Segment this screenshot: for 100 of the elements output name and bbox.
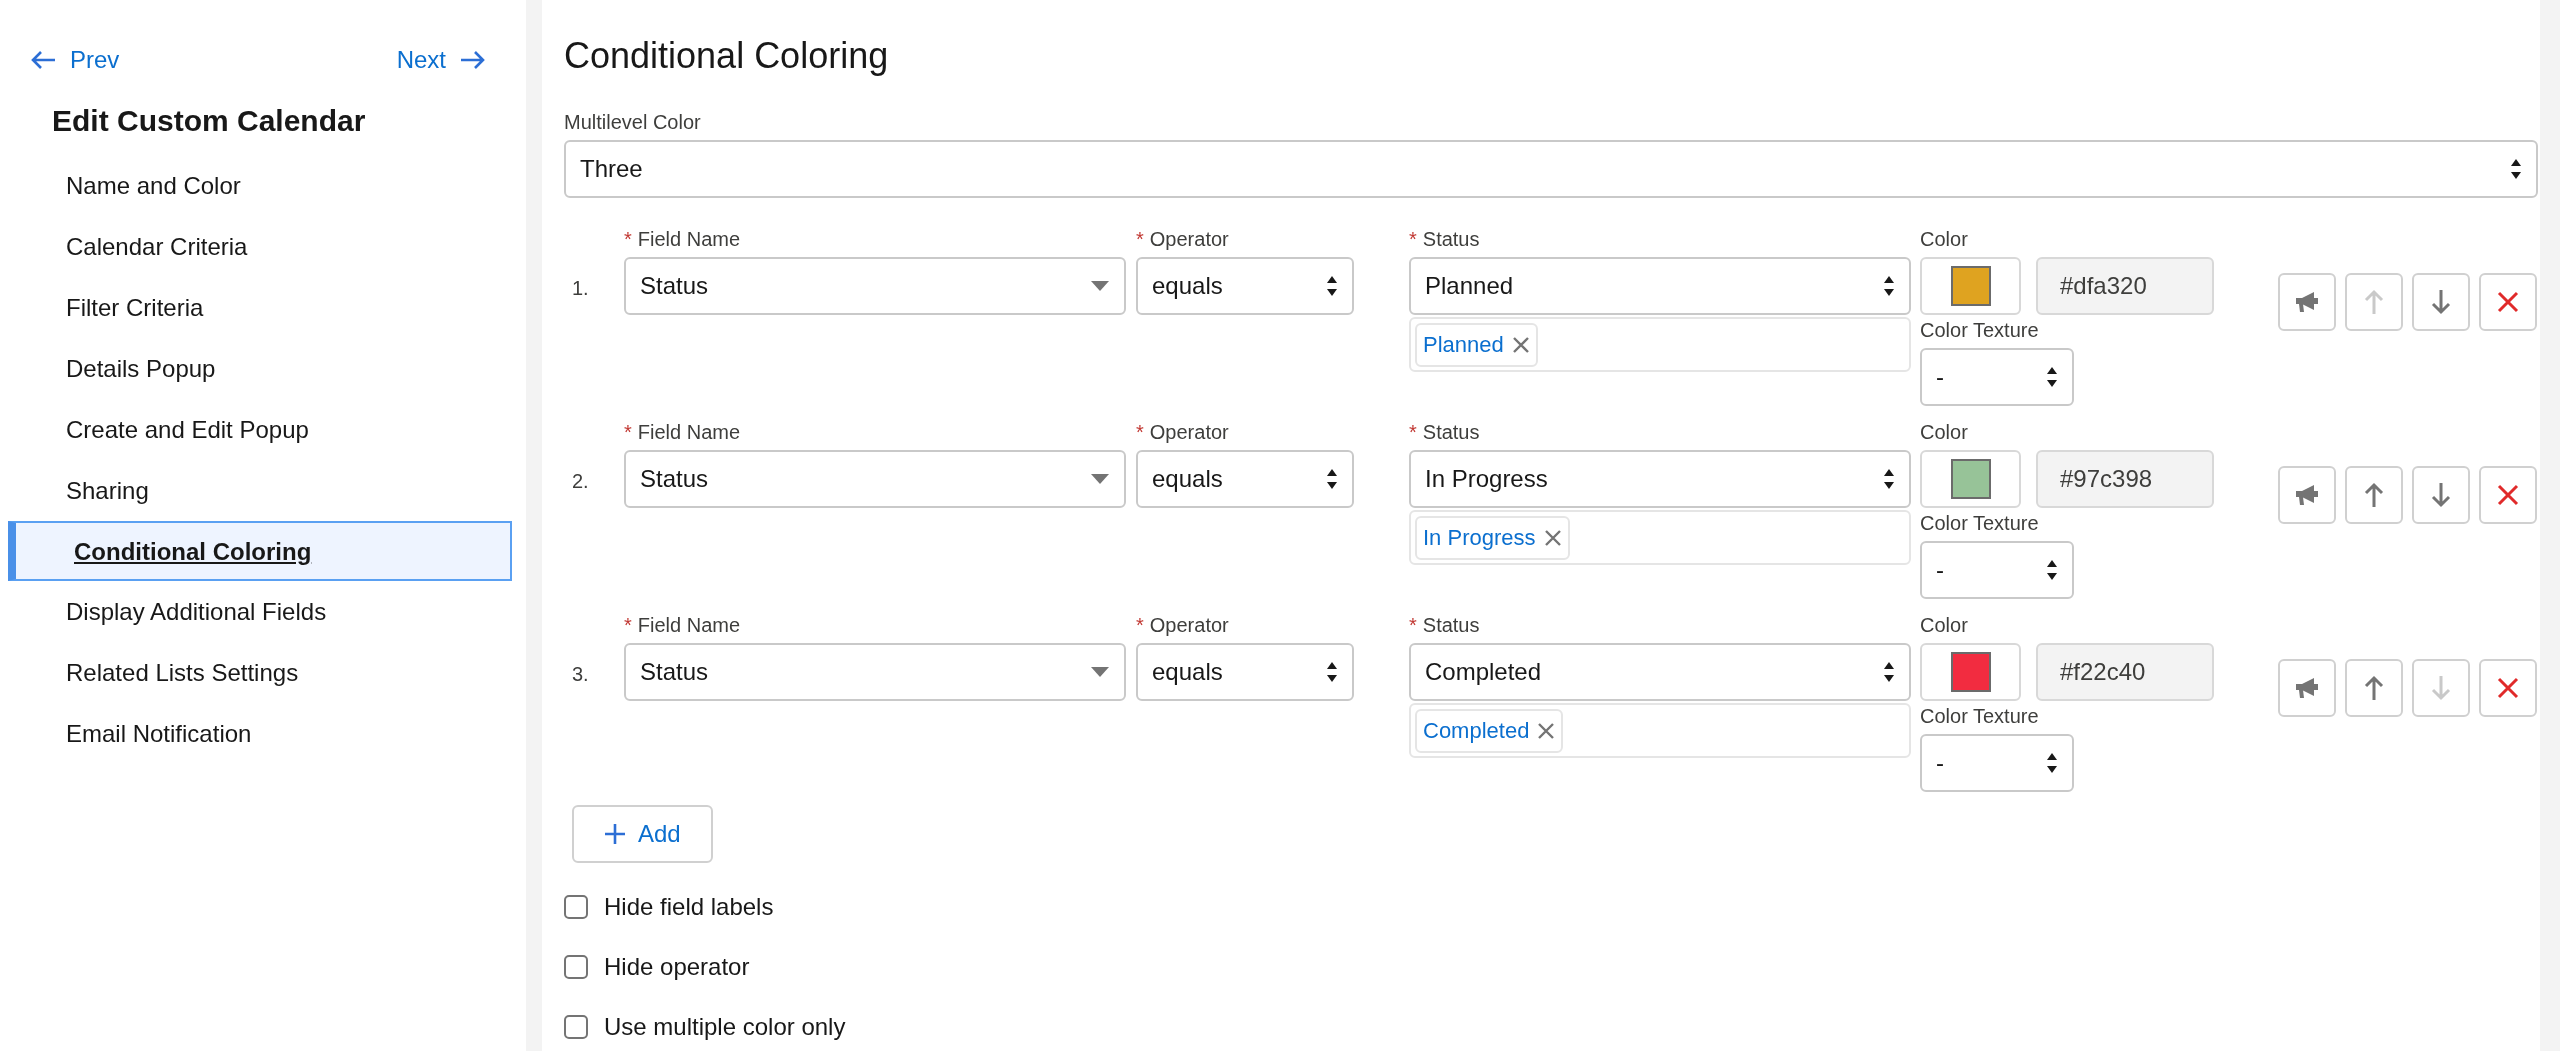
stepper-icon bbox=[1883, 661, 1895, 683]
field-label: Color bbox=[1920, 420, 1968, 445]
hex-field[interactable]: #f22c40 bbox=[2036, 643, 2214, 701]
move-down-button[interactable] bbox=[2412, 466, 2470, 524]
sidebar-item[interactable]: Create and Edit Popup bbox=[8, 399, 512, 460]
announce-button[interactable] bbox=[2278, 659, 2336, 717]
add-button[interactable]: Add bbox=[572, 805, 713, 863]
operator-select[interactable]: equals bbox=[1136, 257, 1354, 315]
remove-button[interactable] bbox=[1543, 528, 1562, 547]
required-mark: * bbox=[1136, 613, 1144, 638]
sidebar-item[interactable]: Filter Criteria bbox=[8, 277, 512, 338]
stepper-icon bbox=[2046, 559, 2058, 581]
field-label: Status bbox=[1422, 613, 1480, 638]
arrow-down-icon bbox=[2431, 675, 2451, 701]
sidebar-item[interactable]: Sharing bbox=[8, 460, 512, 521]
field-label: Color bbox=[1920, 227, 1968, 252]
sidebar-item[interactable]: Conditional Coloring bbox=[8, 521, 512, 581]
caret-icon bbox=[1090, 666, 1110, 678]
stepper-icon bbox=[1326, 275, 1338, 297]
sidebar-item[interactable]: Display Additional Fields bbox=[8, 581, 512, 642]
hex-field[interactable]: #dfa320 bbox=[2036, 257, 2214, 315]
announce-button[interactable] bbox=[2278, 273, 2336, 331]
checkbox-label: Use multiple color only bbox=[604, 1012, 846, 1042]
stepper-icon bbox=[1326, 468, 1338, 490]
caret-icon bbox=[1090, 473, 1110, 485]
criteria-value-select[interactable]: Planned bbox=[1409, 257, 1911, 315]
delete-button[interactable] bbox=[2479, 466, 2537, 524]
color-picker[interactable] bbox=[1920, 450, 2021, 508]
delete-button[interactable] bbox=[2479, 659, 2537, 717]
megaphone-icon bbox=[2294, 676, 2320, 700]
arrow-down-icon bbox=[2431, 289, 2451, 315]
tag-pill: Planned bbox=[1415, 322, 1538, 367]
texture-select[interactable]: - bbox=[1920, 734, 2074, 792]
move-up-button[interactable] bbox=[2345, 466, 2403, 524]
color-picker[interactable] bbox=[1920, 643, 2021, 701]
criteria-value-select[interactable]: Completed bbox=[1409, 643, 1911, 701]
arrow-up-icon bbox=[2364, 289, 2384, 315]
arrow-left-icon bbox=[30, 50, 56, 70]
field-label: Color Texture bbox=[1920, 511, 2039, 536]
required-mark: * bbox=[1409, 227, 1417, 252]
remove-button[interactable] bbox=[1511, 335, 1530, 354]
checkbox-label: Hide field labels bbox=[604, 892, 774, 922]
field-label: Field Name bbox=[637, 227, 741, 252]
stepper-icon bbox=[1326, 661, 1338, 683]
sidebar-item[interactable]: Details Popup bbox=[8, 338, 512, 399]
field-label: Multilevel Color bbox=[564, 110, 702, 134]
field-label: Operator bbox=[1149, 420, 1229, 445]
announce-button[interactable] bbox=[2278, 466, 2336, 524]
field-label: Status bbox=[1422, 420, 1480, 445]
field-label: Color Texture bbox=[1920, 704, 2039, 729]
sidebar-item[interactable]: Calendar Criteria bbox=[8, 216, 512, 277]
checkbox-label: Hide operator bbox=[604, 952, 750, 982]
required-mark: * bbox=[1136, 227, 1144, 252]
stepper-icon bbox=[2510, 158, 2522, 180]
multilevel-select[interactable]: Three bbox=[564, 140, 2538, 198]
checkbox[interactable] bbox=[564, 1015, 588, 1039]
close-icon bbox=[2497, 677, 2519, 699]
sidebar-title: Edit Custom Calendar bbox=[51, 103, 367, 139]
move-up-button[interactable] bbox=[2345, 659, 2403, 717]
sidebar-item[interactable]: Name and Color bbox=[8, 155, 512, 216]
field-label: Operator bbox=[1149, 613, 1229, 638]
field-name-select[interactable]: Status bbox=[624, 257, 1126, 315]
tag-pill: Completed bbox=[1415, 708, 1564, 753]
arrow-up-icon bbox=[2364, 482, 2384, 508]
field-name-select[interactable]: Status bbox=[624, 450, 1126, 508]
caret-icon bbox=[1090, 280, 1110, 292]
field-label: Field Name bbox=[637, 613, 741, 638]
arrow-up-icon bbox=[2364, 675, 2384, 701]
stepper-icon bbox=[1883, 275, 1895, 297]
texture-select[interactable]: - bbox=[1920, 348, 2074, 406]
field-label: Operator bbox=[1149, 227, 1229, 252]
row-number: 1. bbox=[572, 277, 589, 299]
required-mark: * bbox=[624, 613, 632, 638]
operator-select[interactable]: equals bbox=[1136, 450, 1354, 508]
prev-link[interactable]: Prev bbox=[30, 42, 120, 78]
stepper-icon bbox=[1883, 468, 1895, 490]
color-picker[interactable] bbox=[1920, 257, 2021, 315]
arrow-down-icon bbox=[2431, 482, 2451, 508]
field-name-select[interactable]: Status bbox=[624, 643, 1126, 701]
remove-button[interactable] bbox=[1537, 721, 1556, 740]
checkbox[interactable] bbox=[564, 895, 588, 919]
close-icon bbox=[2497, 291, 2519, 313]
required-mark: * bbox=[624, 227, 632, 252]
checkbox[interactable] bbox=[564, 955, 588, 979]
sidebar-item[interactable]: Email Notification bbox=[8, 703, 512, 764]
criteria-value-select[interactable]: In Progress bbox=[1409, 450, 1911, 508]
hex-field[interactable]: #97c398 bbox=[2036, 450, 2214, 508]
field-label: Color bbox=[1920, 613, 1968, 638]
stepper-icon bbox=[2046, 752, 2058, 774]
required-mark: * bbox=[1409, 420, 1417, 445]
texture-select[interactable]: - bbox=[1920, 541, 2074, 599]
sidebar-item[interactable]: Related Lists Settings bbox=[8, 642, 512, 703]
delete-button[interactable] bbox=[2479, 273, 2537, 331]
field-label: Color Texture bbox=[1920, 318, 2039, 343]
operator-select[interactable]: equals bbox=[1136, 643, 1354, 701]
page-title: Conditional Coloring bbox=[564, 34, 890, 78]
required-mark: * bbox=[624, 420, 632, 445]
move-down-button[interactable] bbox=[2412, 273, 2470, 331]
row-number: 3. bbox=[572, 663, 589, 685]
next-link[interactable]: Next bbox=[396, 42, 486, 78]
